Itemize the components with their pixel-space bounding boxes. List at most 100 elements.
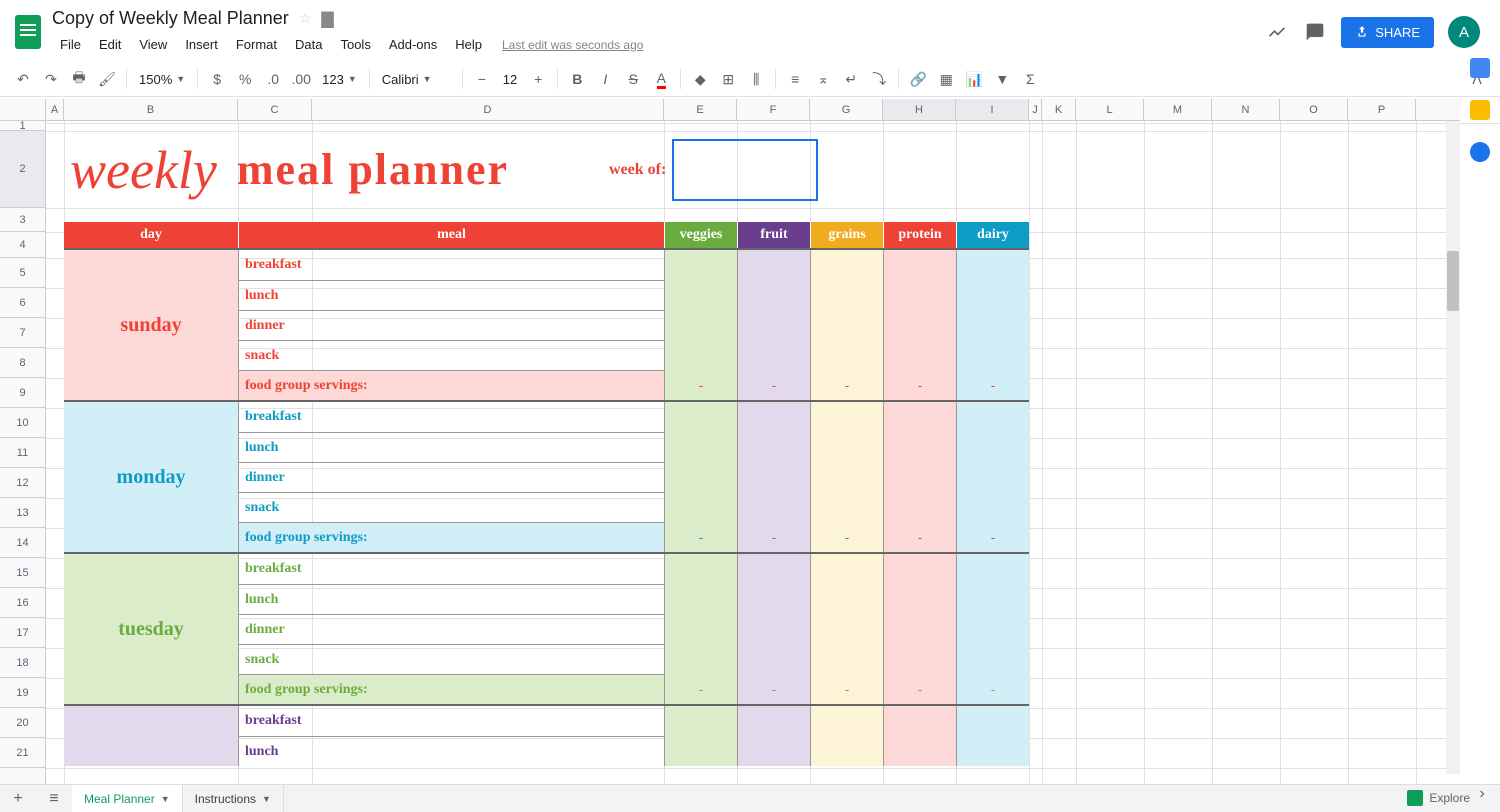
link-icon[interactable]: 🔗 (905, 66, 931, 92)
week-of-cell[interactable] (672, 139, 818, 201)
cell-fruit[interactable] (737, 584, 810, 614)
day-[interactable] (64, 706, 238, 766)
cell-fruit[interactable] (737, 706, 810, 736)
cell-fruit[interactable] (737, 310, 810, 340)
menu-help[interactable]: Help (447, 33, 490, 56)
cell-dairy[interactable] (956, 492, 1029, 522)
cell-grain[interactable] (810, 644, 883, 674)
col-K[interactable]: K (1042, 99, 1076, 120)
meal-lunch[interactable]: lunch (238, 584, 664, 614)
undo-icon[interactable]: ↶ (10, 66, 36, 92)
day-tuesday[interactable]: tuesday (64, 554, 238, 704)
zoom-select[interactable]: 150%▼ (133, 70, 191, 89)
meal-servings[interactable]: food group servings: (238, 370, 664, 400)
cell-grain[interactable] (810, 554, 883, 584)
cell-veg[interactable]: - (664, 522, 737, 552)
font-select[interactable]: Calibri▼ (376, 70, 456, 89)
doc-title[interactable]: Copy of Weekly Meal Planner (52, 8, 289, 29)
tab-meal-planner[interactable]: Meal Planner▼ (72, 785, 183, 812)
explore-button[interactable]: Explore (1407, 784, 1470, 812)
cell-protein[interactable] (883, 706, 956, 736)
menu-view[interactable]: View (131, 33, 175, 56)
day-sunday[interactable]: sunday (64, 250, 238, 400)
meal-snack[interactable]: snack (238, 340, 664, 370)
col-P[interactable]: P (1348, 99, 1416, 120)
cell-fruit[interactable] (737, 280, 810, 310)
merge-icon[interactable]: ⫼ (743, 66, 769, 92)
v-align-icon[interactable]: ⌅ (810, 66, 836, 92)
wrap-icon[interactable]: ↵ (838, 66, 864, 92)
row-9[interactable]: 9 (0, 378, 45, 408)
comments-icon[interactable] (1303, 20, 1327, 44)
row-3[interactable]: 3 (0, 208, 45, 232)
cell-grain[interactable] (810, 736, 883, 766)
redo-icon[interactable]: ↷ (38, 66, 64, 92)
cell-grain[interactable] (810, 462, 883, 492)
cell-protein[interactable]: - (883, 674, 956, 704)
font-size-inc[interactable]: + (525, 66, 551, 92)
select-all[interactable] (0, 99, 46, 120)
row-18[interactable]: 18 (0, 648, 45, 678)
rotate-icon[interactable]: ⤵ (866, 66, 892, 92)
cell-protein[interactable] (883, 462, 956, 492)
cell-veg[interactable] (664, 250, 737, 280)
cell-veg[interactable] (664, 402, 737, 432)
paint-format-icon[interactable]: 🖌 (94, 66, 120, 92)
menu-insert[interactable]: Insert (177, 33, 226, 56)
cell-protein[interactable] (883, 584, 956, 614)
italic-icon[interactable]: I (592, 66, 618, 92)
cell-dairy[interactable] (956, 584, 1029, 614)
cell-grain[interactable] (810, 280, 883, 310)
cell-dairy[interactable] (956, 644, 1029, 674)
cell-protein[interactable] (883, 250, 956, 280)
row-1[interactable]: 1 (0, 121, 45, 131)
cell-veg[interactable] (664, 554, 737, 584)
col-O[interactable]: O (1280, 99, 1348, 120)
menu-edit[interactable]: Edit (91, 33, 129, 56)
cell-veg[interactable]: - (664, 674, 737, 704)
cell-veg[interactable] (664, 492, 737, 522)
cell-grain[interactable] (810, 492, 883, 522)
col-J[interactable]: J (1029, 99, 1042, 120)
cell-protein[interactable]: - (883, 370, 956, 400)
h-align-icon[interactable]: ≡ (782, 66, 808, 92)
cell-veg[interactable] (664, 462, 737, 492)
sheets-logo[interactable] (8, 12, 48, 52)
cell-dairy[interactable] (956, 340, 1029, 370)
meal-servings[interactable]: food group servings: (238, 674, 664, 704)
menu-format[interactable]: Format (228, 33, 285, 56)
menu-data[interactable]: Data (287, 33, 330, 56)
cell-grain[interactable] (810, 402, 883, 432)
cell-fruit[interactable] (737, 432, 810, 462)
add-sheet-button[interactable]: + (0, 785, 36, 812)
cell-dairy[interactable] (956, 250, 1029, 280)
col-D[interactable]: D (312, 99, 664, 120)
cell-veg[interactable] (664, 614, 737, 644)
borders-icon[interactable]: ⊞ (715, 66, 741, 92)
row-13[interactable]: 13 (0, 498, 45, 528)
scroll-tabs-right[interactable]: › (1464, 785, 1500, 803)
cell-dairy[interactable] (956, 432, 1029, 462)
cell-fruit[interactable] (737, 554, 810, 584)
row-8[interactable]: 8 (0, 348, 45, 378)
cell-protein[interactable] (883, 432, 956, 462)
row-20[interactable]: 20 (0, 708, 45, 738)
cell-fruit[interactable] (737, 736, 810, 766)
row-5[interactable]: 5 (0, 258, 45, 288)
row-15[interactable]: 15 (0, 558, 45, 588)
col-C[interactable]: C (238, 99, 312, 120)
cell-grain[interactable] (810, 340, 883, 370)
share-button[interactable]: SHARE (1341, 17, 1434, 48)
cell-protein[interactable] (883, 340, 956, 370)
font-size-dec[interactable]: − (469, 66, 495, 92)
cell-veg[interactable] (664, 736, 737, 766)
col-L[interactable]: L (1076, 99, 1144, 120)
cell-fruit[interactable]: - (737, 370, 810, 400)
cell-fruit[interactable] (737, 402, 810, 432)
more-formats[interactable]: 123▼ (316, 70, 363, 89)
cell-grain[interactable]: - (810, 370, 883, 400)
cell-fruit[interactable] (737, 614, 810, 644)
cell-veg[interactable] (664, 280, 737, 310)
filter-icon[interactable]: ▼ (989, 66, 1015, 92)
cell-dairy[interactable] (956, 554, 1029, 584)
